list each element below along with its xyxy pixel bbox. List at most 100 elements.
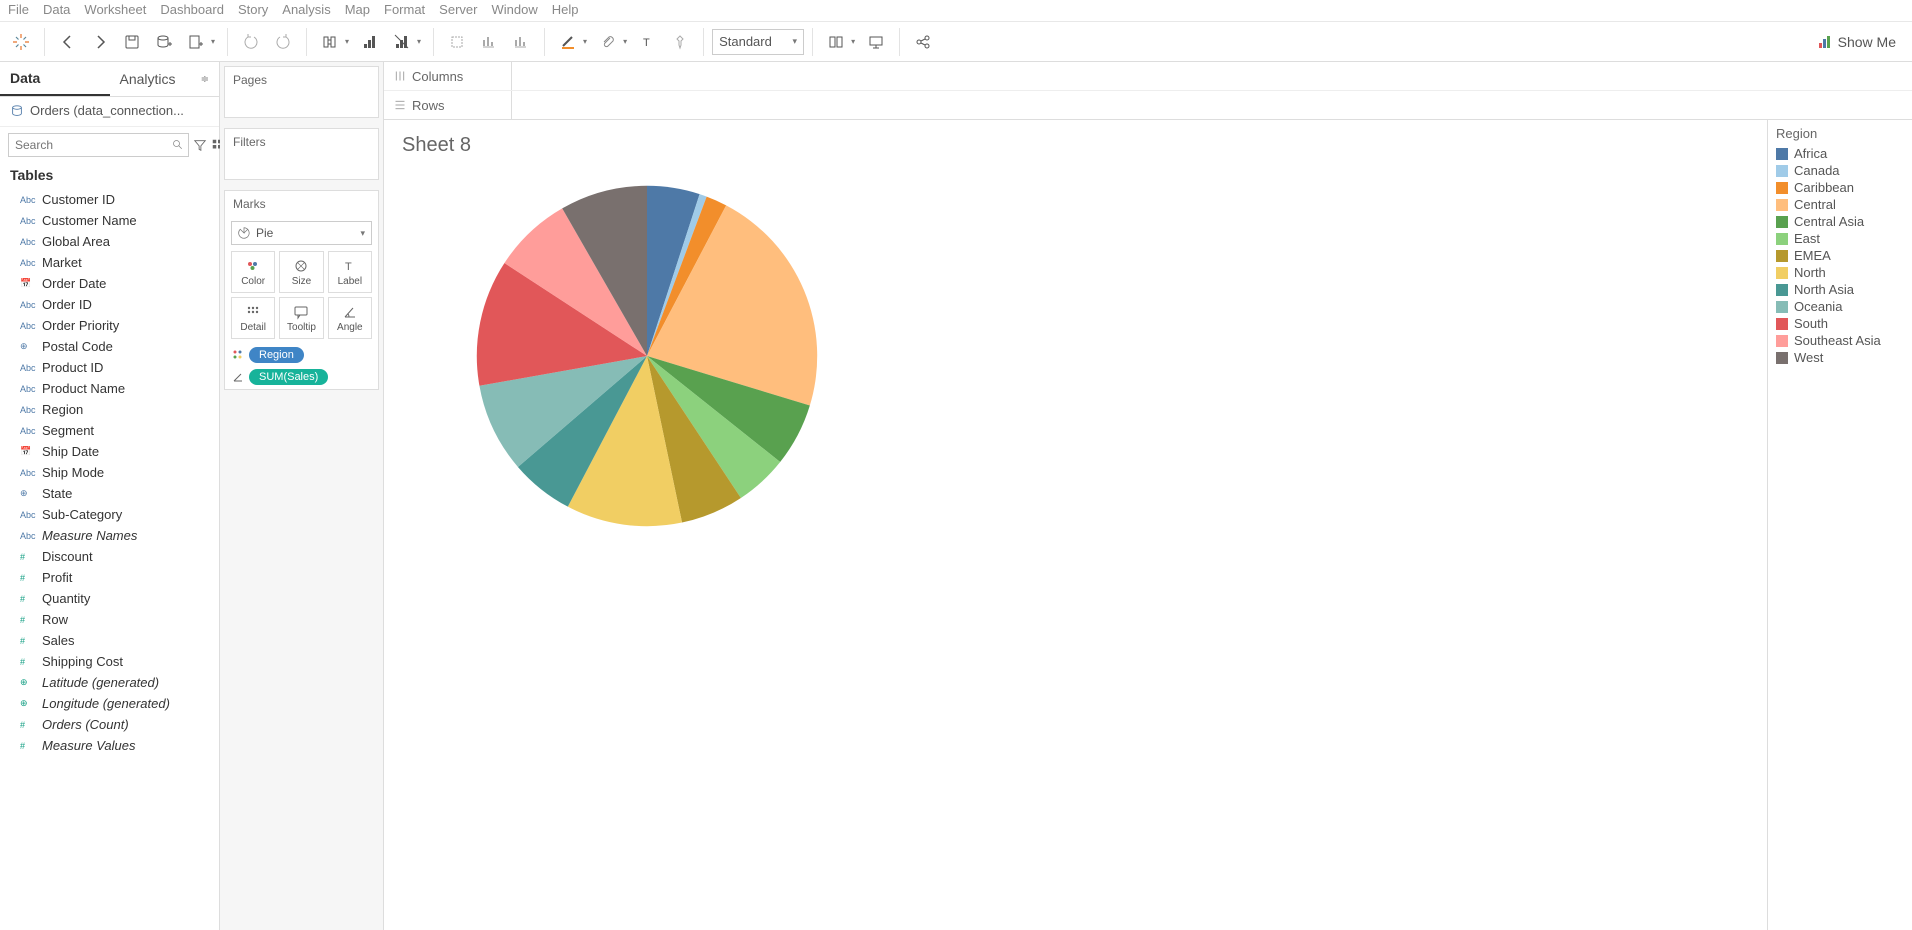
legend-item-africa[interactable]: Africa — [1776, 145, 1904, 162]
field-ship-date[interactable]: 📅Ship Date — [0, 441, 219, 462]
field-sub-category[interactable]: AbcSub-Category — [0, 504, 219, 525]
pie-chart[interactable] — [462, 171, 832, 541]
field-state[interactable]: ⊕State — [0, 483, 219, 504]
field-measure-values[interactable]: #Measure Values — [0, 735, 219, 756]
fit-dropdown[interactable]: Standard ▾ — [712, 29, 804, 55]
datasource-row[interactable]: Orders (data_connection... — [0, 97, 219, 127]
pill-sum-sales-[interactable]: SUM(Sales) — [249, 369, 328, 385]
field-shipping-cost[interactable]: #Shipping Cost — [0, 651, 219, 672]
legend-item-central-asia[interactable]: Central Asia — [1776, 213, 1904, 230]
menu-window[interactable]: Window — [491, 2, 537, 17]
share-icon[interactable] — [908, 27, 938, 57]
field-list[interactable]: AbcCustomer IDAbcCustomer NameAbcGlobal … — [0, 189, 219, 930]
field-product-name[interactable]: AbcProduct Name — [0, 378, 219, 399]
field-sales[interactable]: #Sales — [0, 630, 219, 651]
sort-asc-icon[interactable] — [355, 27, 385, 57]
back-icon[interactable] — [53, 27, 83, 57]
menu-format[interactable]: Format — [384, 2, 425, 17]
field-row[interactable]: #Row — [0, 609, 219, 630]
legend-item-central[interactable]: Central — [1776, 196, 1904, 213]
color-legend[interactable]: Region AfricaCanadaCaribbeanCentralCentr… — [1767, 120, 1912, 930]
legend-item-canada[interactable]: Canada — [1776, 162, 1904, 179]
new-worksheet-icon[interactable] — [181, 27, 211, 57]
save-icon[interactable] — [117, 27, 147, 57]
mark-angle[interactable]: Angle — [328, 297, 372, 339]
tab-data[interactable]: Data — [0, 62, 110, 96]
field-market[interactable]: AbcMarket — [0, 252, 219, 273]
caret-icon[interactable]: ▾ — [583, 37, 587, 46]
tab-analytics[interactable]: Analytics ≑ — [110, 62, 220, 96]
search-input[interactable] — [8, 133, 189, 157]
field-orders-count-[interactable]: #Orders (Count) — [0, 714, 219, 735]
filters-card[interactable]: Filters — [224, 128, 379, 180]
menu-file[interactable]: File — [8, 2, 29, 17]
legend-item-west[interactable]: West — [1776, 349, 1904, 366]
attachment-icon[interactable] — [593, 27, 623, 57]
legend-item-east[interactable]: East — [1776, 230, 1904, 247]
field-discount[interactable]: #Discount — [0, 546, 219, 567]
totals-icon[interactable] — [474, 27, 504, 57]
field-customer-name[interactable]: AbcCustomer Name — [0, 210, 219, 231]
field-latitude-generated-[interactable]: ⊕Latitude (generated) — [0, 672, 219, 693]
sort-desc-icon[interactable] — [387, 27, 417, 57]
menu-data[interactable]: Data — [43, 2, 70, 17]
mark-tooltip[interactable]: Tooltip — [279, 297, 323, 339]
caret-icon[interactable]: ▾ — [623, 37, 627, 46]
pages-card[interactable]: Pages — [224, 66, 379, 118]
show-me-button[interactable]: Show Me — [1808, 27, 1906, 57]
field-profit[interactable]: #Profit — [0, 567, 219, 588]
legend-item-oceania[interactable]: Oceania — [1776, 298, 1904, 315]
field-ship-mode[interactable]: AbcShip Mode — [0, 462, 219, 483]
legend-item-southeast-asia[interactable]: Southeast Asia — [1776, 332, 1904, 349]
show-cards-icon[interactable] — [821, 27, 851, 57]
text-labels-icon[interactable]: T — [633, 27, 663, 57]
pill-region[interactable]: Region — [249, 347, 304, 363]
mark-label[interactable]: TLabel — [328, 251, 372, 293]
menu-dashboard[interactable]: Dashboard — [160, 2, 224, 17]
field-customer-id[interactable]: AbcCustomer ID — [0, 189, 219, 210]
format-underline-icon[interactable] — [553, 27, 583, 57]
legend-item-south[interactable]: South — [1776, 315, 1904, 332]
rows-shelf[interactable]: Rows — [384, 91, 1912, 119]
caret-icon[interactable]: ▾ — [417, 37, 421, 46]
field-order-id[interactable]: AbcOrder ID — [0, 294, 219, 315]
field-global-area[interactable]: AbcGlobal Area — [0, 231, 219, 252]
columns-shelf[interactable]: Columns — [384, 62, 1912, 91]
field-measure-names[interactable]: AbcMeasure Names — [0, 525, 219, 546]
field-quantity[interactable]: #Quantity — [0, 588, 219, 609]
menu-server[interactable]: Server — [439, 2, 477, 17]
undo-arrow-icon[interactable] — [236, 27, 266, 57]
field-product-id[interactable]: AbcProduct ID — [0, 357, 219, 378]
swap-icon[interactable] — [315, 27, 345, 57]
new-data-icon[interactable] — [149, 27, 179, 57]
mark-color[interactable]: Color — [231, 251, 275, 293]
highlight-icon[interactable] — [442, 27, 472, 57]
field-region[interactable]: AbcRegion — [0, 399, 219, 420]
filter-icon[interactable] — [193, 136, 207, 154]
tableau-logo-icon[interactable] — [6, 27, 36, 57]
redo-arrow-icon[interactable] — [268, 27, 298, 57]
presentation-icon[interactable] — [861, 27, 891, 57]
mark-size[interactable]: Size — [279, 251, 323, 293]
legend-item-caribbean[interactable]: Caribbean — [1776, 179, 1904, 196]
abc-icon[interactable] — [506, 27, 536, 57]
caret-icon[interactable]: ▾ — [211, 37, 215, 46]
menu-map[interactable]: Map — [345, 2, 370, 17]
legend-item-emea[interactable]: EMEA — [1776, 247, 1904, 264]
field-order-priority[interactable]: AbcOrder Priority — [0, 315, 219, 336]
field-segment[interactable]: AbcSegment — [0, 420, 219, 441]
sheet-title[interactable]: Sheet 8 — [402, 134, 1749, 157]
menu-story[interactable]: Story — [238, 2, 268, 17]
caret-icon[interactable]: ▾ — [345, 37, 349, 46]
menu-analysis[interactable]: Analysis — [282, 2, 330, 17]
mark-type-dropdown[interactable]: Pie ▾ — [231, 221, 372, 245]
field-longitude-generated-[interactable]: ⊕Longitude (generated) — [0, 693, 219, 714]
forward-icon[interactable] — [85, 27, 115, 57]
field-order-date[interactable]: 📅Order Date — [0, 273, 219, 294]
field-postal-code[interactable]: ⊕Postal Code — [0, 336, 219, 357]
menu-help[interactable]: Help — [552, 2, 579, 17]
legend-item-north[interactable]: North — [1776, 264, 1904, 281]
mark-detail[interactable]: Detail — [231, 297, 275, 339]
viz-canvas[interactable]: Sheet 8 — [384, 120, 1767, 930]
caret-icon[interactable]: ▾ — [851, 37, 855, 46]
